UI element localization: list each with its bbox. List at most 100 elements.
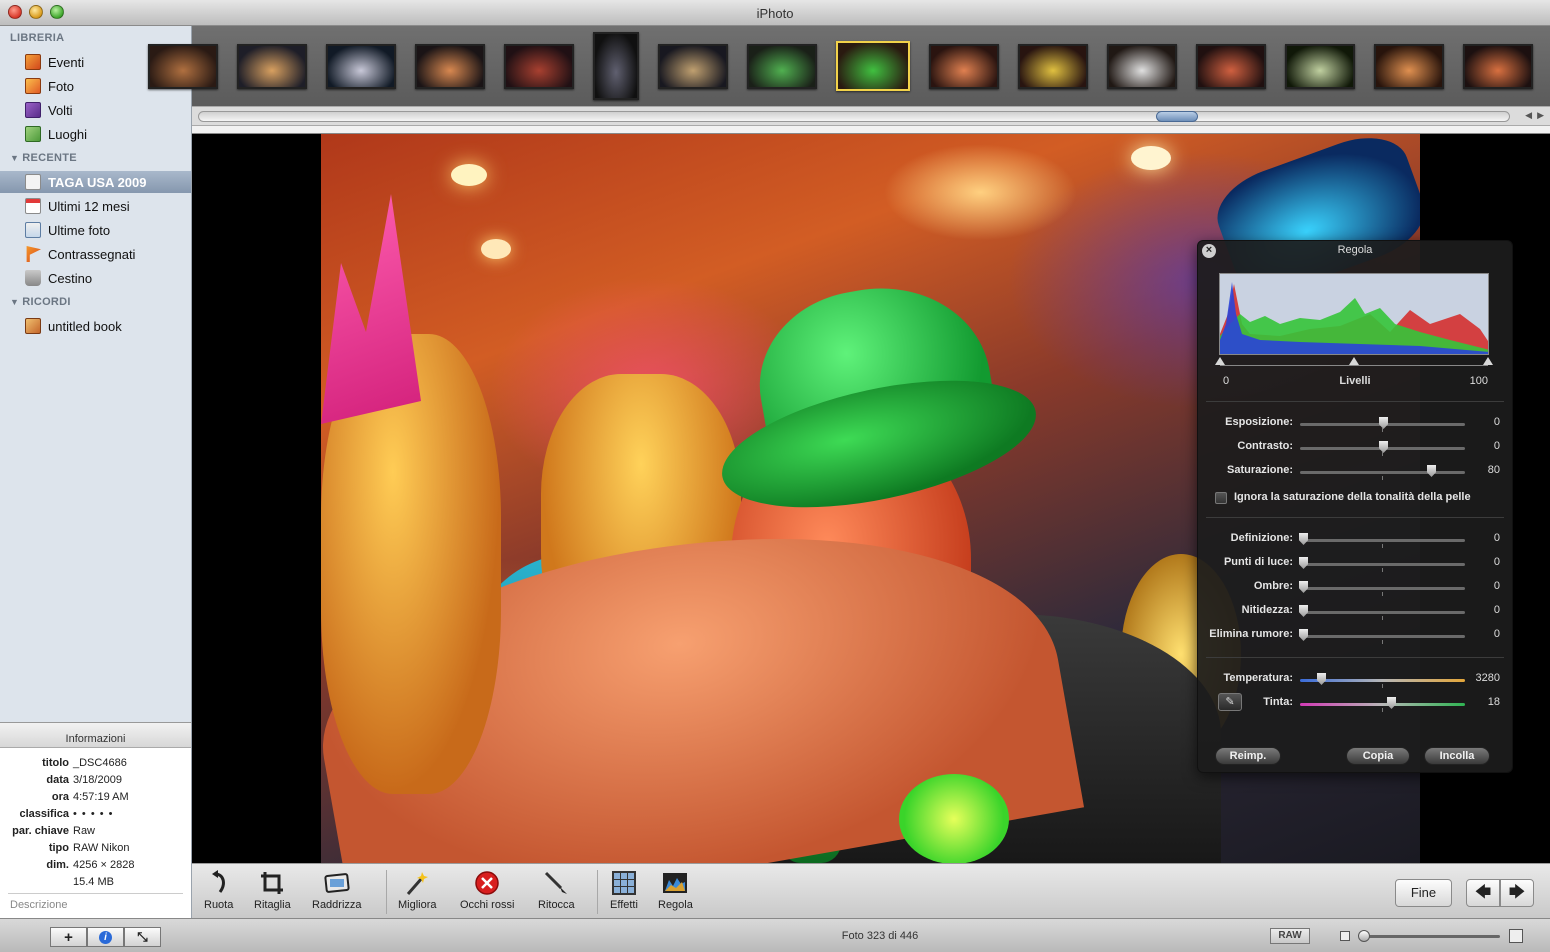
- scroll-left-arrow-icon[interactable]: ◀: [1525, 110, 1532, 121]
- filmstrip-thumbnail[interactable]: [1107, 44, 1177, 89]
- slider-track[interactable]: [1300, 703, 1465, 706]
- info-key: ora: [51, 791, 69, 803]
- scroll-right-arrow-icon[interactable]: ▶: [1537, 110, 1544, 121]
- levels-black-point-handle[interactable]: [1215, 357, 1225, 365]
- events-icon: [25, 54, 41, 70]
- title-bar: iPhoto: [0, 0, 1550, 26]
- tool-raddrizza-button[interactable]: Raddrizza: [312, 870, 362, 911]
- filmstrip-thumbnail[interactable]: [1196, 44, 1266, 89]
- sidebar-section-header[interactable]: ▼ RECENTE: [10, 152, 77, 164]
- done-button[interactable]: Fine: [1395, 879, 1452, 907]
- filmstrip-thumbnail[interactable]: [1463, 44, 1533, 89]
- slider-knob[interactable]: [1299, 557, 1308, 569]
- info-value[interactable]: _DSC4686: [73, 757, 127, 769]
- filmstrip-thumbnail[interactable]: [1285, 44, 1355, 89]
- filmstrip-thumbnail[interactable]: [326, 44, 396, 89]
- fullscreen-button[interactable]: ⤡: [124, 927, 161, 947]
- sidebar-item[interactable]: Luoghi: [0, 123, 191, 145]
- description-field[interactable]: Descrizione: [10, 899, 67, 911]
- filmstrip-scrollbar[interactable]: ◀ ▶: [192, 106, 1550, 126]
- zoom-out-icon[interactable]: [1340, 931, 1350, 941]
- previous-photo-button[interactable]: 🡄: [1466, 879, 1500, 907]
- info-value[interactable]: 3/18/2009: [73, 774, 122, 786]
- slider-knob[interactable]: [1317, 673, 1326, 685]
- next-photo-button[interactable]: 🡆: [1500, 879, 1534, 907]
- filmstrip-thumbnail[interactable]: [593, 32, 639, 100]
- add-button[interactable]: +: [50, 927, 87, 947]
- info-panel-header[interactable]: Informazioni: [0, 723, 191, 748]
- slider-track[interactable]: [1300, 611, 1465, 614]
- filmstrip-thumbnail[interactable]: [504, 44, 574, 89]
- skin-tone-checkbox[interactable]: [1215, 492, 1227, 504]
- slider-knob[interactable]: [1299, 533, 1308, 545]
- sidebar-section-header[interactable]: ▼ RICORDI: [10, 296, 71, 308]
- filmstrip-thumbnail[interactable]: [1018, 44, 1088, 89]
- slider-knob[interactable]: [1427, 465, 1436, 477]
- tool-ritaglia-button[interactable]: Ritaglia: [254, 870, 291, 911]
- source-list-sidebar: LIBRERIA Eventi Foto Volti Luoghi ▼ RECENTE TAG…: [0, 26, 192, 722]
- sidebar-section-header[interactable]: LIBRERIA: [10, 32, 64, 44]
- pane-divider[interactable]: [192, 126, 1550, 134]
- eyedropper-icon[interactable]: ✎: [1218, 693, 1242, 711]
- filmstrip-thumbnail[interactable]: [1374, 44, 1444, 89]
- slider-track[interactable]: [1300, 563, 1465, 566]
- slider-track[interactable]: [1300, 635, 1465, 638]
- sidebar-item[interactable]: Volti: [0, 99, 191, 121]
- sidebar-item[interactable]: Cestino: [0, 267, 191, 289]
- reset-button[interactable]: Reimp.: [1215, 747, 1281, 765]
- tool-regola-button[interactable]: Regola: [658, 870, 693, 911]
- zoom-slider[interactable]: [1360, 935, 1500, 938]
- paste-button[interactable]: Incolla: [1424, 747, 1490, 765]
- levels-histogram: [1219, 273, 1489, 355]
- zoom-slider-knob[interactable]: [1358, 930, 1370, 942]
- sidebar-item[interactable]: untitled book: [0, 315, 191, 337]
- slider-knob[interactable]: [1299, 581, 1308, 593]
- levels-midpoint-handle[interactable]: [1349, 357, 1359, 365]
- tool-effetti-button[interactable]: Effetti: [610, 870, 638, 911]
- slider-track[interactable]: [1300, 539, 1465, 542]
- tool-migliora-button[interactable]: Migliora: [398, 870, 437, 911]
- info-row: classifica • • • • •: [0, 808, 191, 824]
- slider-knob[interactable]: [1379, 441, 1388, 453]
- info-panel: Informazioni titolo _DSC4686 data 3/18/2009…: [0, 722, 192, 918]
- tool-ritocca-button[interactable]: Ritocca: [538, 870, 575, 911]
- copy-button[interactable]: Copia: [1346, 747, 1410, 765]
- info-value[interactable]: RAW Nikon: [73, 842, 129, 854]
- sidebar-item[interactable]: TAGA USA 2009: [0, 171, 191, 193]
- slider-label: Contrasto:: [1237, 440, 1293, 452]
- levels-white-point-handle[interactable]: [1483, 357, 1493, 365]
- tool-label: Effetti: [610, 899, 638, 911]
- tool-ruota-button[interactable]: Ruota: [204, 870, 233, 911]
- slider-knob[interactable]: [1299, 605, 1308, 617]
- info-value[interactable]: • • • • •: [73, 808, 113, 820]
- disclosure-triangle-icon[interactable]: ▼: [10, 153, 19, 163]
- disclosure-triangle-icon[interactable]: ▼: [10, 297, 19, 307]
- scrollbar-thumb[interactable]: [1156, 111, 1198, 122]
- info-value[interactable]: Raw: [73, 825, 95, 837]
- filmstrip-thumbnail[interactable]: [747, 44, 817, 89]
- filmstrip-thumbnail[interactable]: [658, 44, 728, 89]
- info-key: dim.: [46, 859, 69, 871]
- info-button[interactable]: i: [87, 927, 124, 947]
- filmstrip-thumbnail[interactable]: [836, 41, 910, 91]
- sidebar-item[interactable]: Ultimi 12 mesi: [0, 195, 191, 217]
- adjust-slider-row: Esposizione: 0: [1198, 416, 1514, 432]
- slider-knob[interactable]: [1379, 417, 1388, 429]
- slider-knob[interactable]: [1387, 697, 1396, 709]
- filmstrip-thumbnail[interactable]: [237, 44, 307, 89]
- slider-track[interactable]: [1300, 471, 1465, 474]
- tool-occhi-rossi-button[interactable]: Occhi rossi: [460, 870, 514, 911]
- slider-label: Saturazione:: [1226, 464, 1293, 476]
- filmstrip-thumbnail[interactable]: [148, 44, 218, 89]
- info-value[interactable]: 4256 × 2828: [73, 859, 134, 871]
- zoom-in-icon[interactable]: [1509, 929, 1523, 943]
- slider-knob[interactable]: [1299, 629, 1308, 641]
- slider-track[interactable]: [1300, 587, 1465, 590]
- filmstrip-thumbnail[interactable]: [415, 44, 485, 89]
- filmstrip-thumbnail[interactable]: [929, 44, 999, 89]
- bokeh-light: [481, 239, 511, 259]
- scrollbar-track[interactable]: [198, 111, 1510, 122]
- info-value[interactable]: 4:57:19 AM: [73, 791, 129, 803]
- sidebar-item[interactable]: Contrassegnati: [0, 243, 191, 265]
- sidebar-item[interactable]: Ultime foto: [0, 219, 191, 241]
